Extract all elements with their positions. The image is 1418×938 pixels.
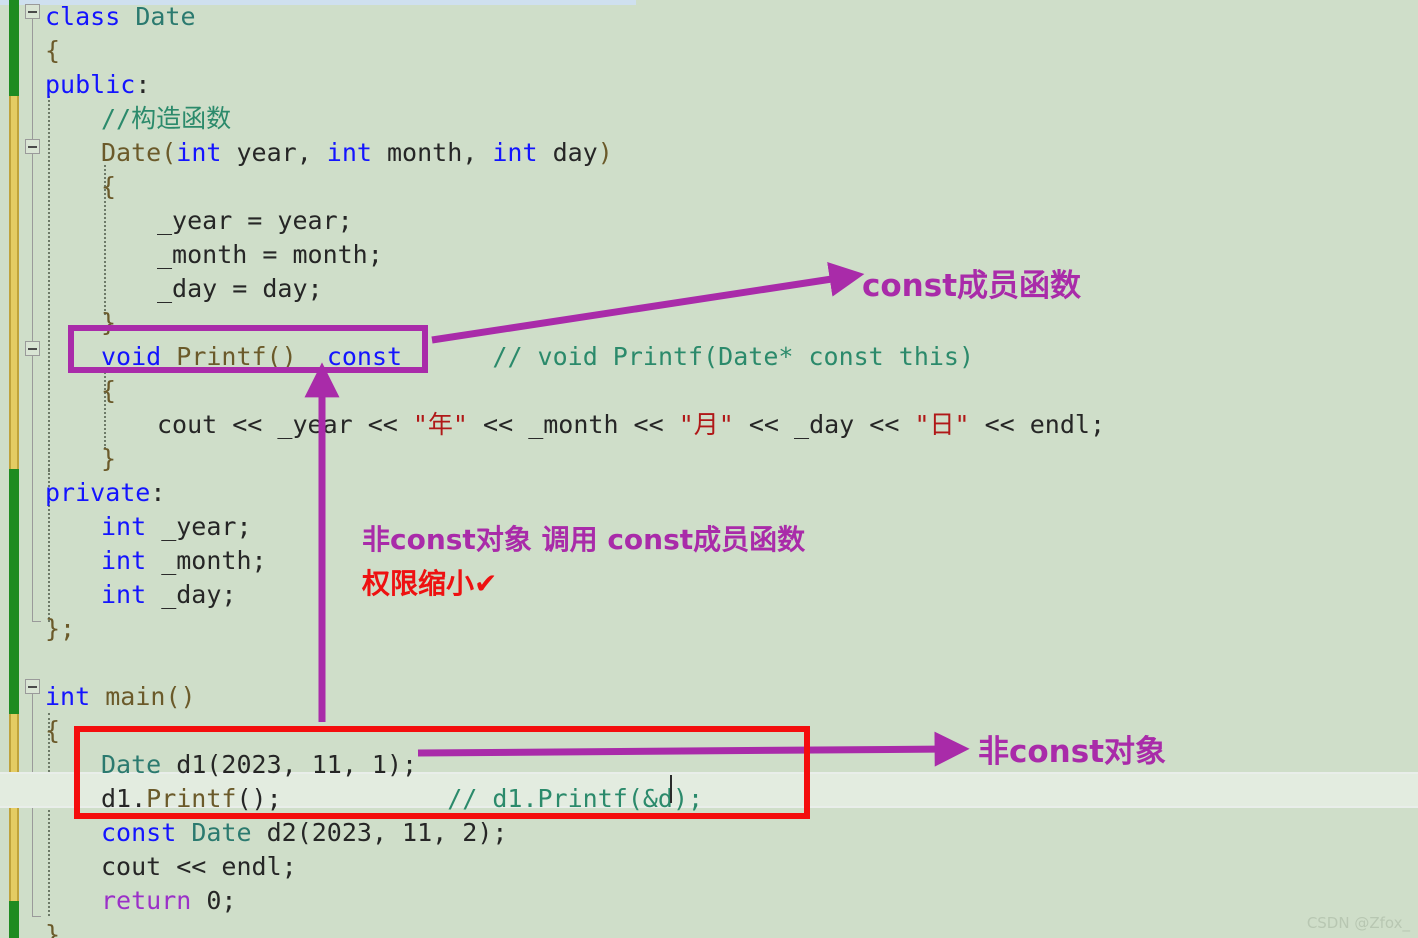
code-token: private [45,478,151,507]
code-token: { [101,376,117,405]
code-line[interactable]: int main() [45,680,196,714]
code-token: } [45,920,61,938]
code-token: { [45,36,61,65]
code-token: _month; [146,546,267,575]
code-line[interactable]: int _year; [101,510,252,544]
code-token: main [105,682,166,711]
csdn-watermark: CSDN @Zfox_ [1306,914,1410,932]
change-bar-unsaved-1 [9,96,19,469]
code-token: const [101,818,177,847]
code-token: //构造函数 [101,104,232,133]
code-token: // void Printf(Date* const this) [492,342,975,371]
code-line[interactable]: public: [45,68,150,102]
fold-toggle-class-date[interactable] [25,4,40,19]
code-line[interactable]: } [45,918,60,938]
fold-toggle-printf[interactable] [25,341,40,356]
code-token: int [45,682,91,711]
fold-toggle-main[interactable] [25,679,40,694]
code-token: cout << endl; [101,852,297,881]
code-token: public [45,70,136,99]
fold-guide-printf [32,356,33,621]
code-token: ( [161,138,177,167]
code-token: () [165,682,196,711]
indent-guide-level1-a [48,96,50,470]
code-line[interactable]: } [101,442,116,476]
code-token: "年" [412,410,468,439]
label-const-member-function: const成员函数 [862,268,1082,304]
code-line[interactable]: private: [45,476,165,510]
code-token: int [101,580,147,609]
fold-guide-ctor [32,154,33,341]
fold-toggle-constructor[interactable] [25,139,40,154]
code-token: "日" [914,410,970,439]
code-token: } [101,444,117,473]
code-line[interactable]: const Date d2(2023, 11, 2); [101,816,507,850]
code-token: _day = day; [157,274,323,303]
code-line[interactable]: _day = day; [157,272,323,306]
code-token: { [45,716,61,745]
highlight-box-const-member-function [68,325,428,373]
code-token: day [537,138,598,167]
code-token: class [45,2,121,31]
code-token: Date [135,2,196,31]
code-token: month, [371,138,493,167]
code-token: cout << _year << [157,410,413,439]
code-token: "月" [678,410,734,439]
code-token: d2(2023, 11, 2); [251,818,508,847]
code-token: : [150,478,166,507]
code-line[interactable]: { [45,34,60,68]
code-token: int [326,138,372,167]
code-token: int [492,138,538,167]
code-line[interactable]: }; [45,612,75,646]
label-call-note-line1: 非const对象 调用 const成员函数 [362,523,806,556]
code-line[interactable]: int _day; [101,578,236,612]
code-line[interactable]: cout << _year << "年" << _month << "月" <<… [157,408,1105,442]
fold-guide-class [32,19,33,139]
code-token: 0; [191,886,237,915]
code-line[interactable]: _year = year; [157,204,353,238]
code-token: return [101,886,192,915]
code-token: _year = year; [157,206,353,235]
code-token: << _day << [733,410,915,439]
code-line[interactable]: { [101,374,116,408]
code-token: { [101,172,117,201]
code-editor-screenshot: class Date{public://构造函数 Date(int year, i… [0,0,1418,938]
label-call-note-line2: 权限缩小✔ [362,567,498,600]
code-line[interactable]: Date(int year, int month, int day) [101,136,613,170]
code-token: ) [597,138,613,167]
code-token: _year; [146,512,252,541]
code-line[interactable]: _month = month; [157,238,383,272]
code-line[interactable]: //构造函数 [101,102,231,136]
code-token: }; [45,614,76,643]
arrow-to-const-member-function [431,262,865,344]
code-token: year, [221,138,327,167]
code-token: int [101,512,147,541]
code-token: << endl; [969,410,1106,439]
code-token: : [135,70,151,99]
code-line[interactable]: cout << endl; [101,850,297,884]
highlight-box-non-const-call [74,726,810,819]
code-line[interactable]: { [45,714,60,748]
code-line[interactable]: return 0; [101,884,236,918]
fold-guide-main-end [32,916,41,917]
code-line[interactable]: int _month; [101,544,267,578]
code-token: int [101,546,147,575]
code-token: _day; [146,580,237,609]
change-bar-saved-3 [9,901,19,938]
code-line[interactable]: class Date [45,0,196,34]
fold-guide-class-end [32,621,41,622]
label-non-const-object: 非const对象 [978,734,1167,770]
change-bar-saved-2 [9,469,19,714]
code-token: Date [191,818,252,847]
change-bar-saved-1 [9,0,19,96]
code-token: _month = month; [157,240,383,269]
code-line[interactable]: { [101,170,116,204]
code-token: Date [101,138,162,167]
code-token: int [176,138,222,167]
code-token: << _month << [467,410,679,439]
